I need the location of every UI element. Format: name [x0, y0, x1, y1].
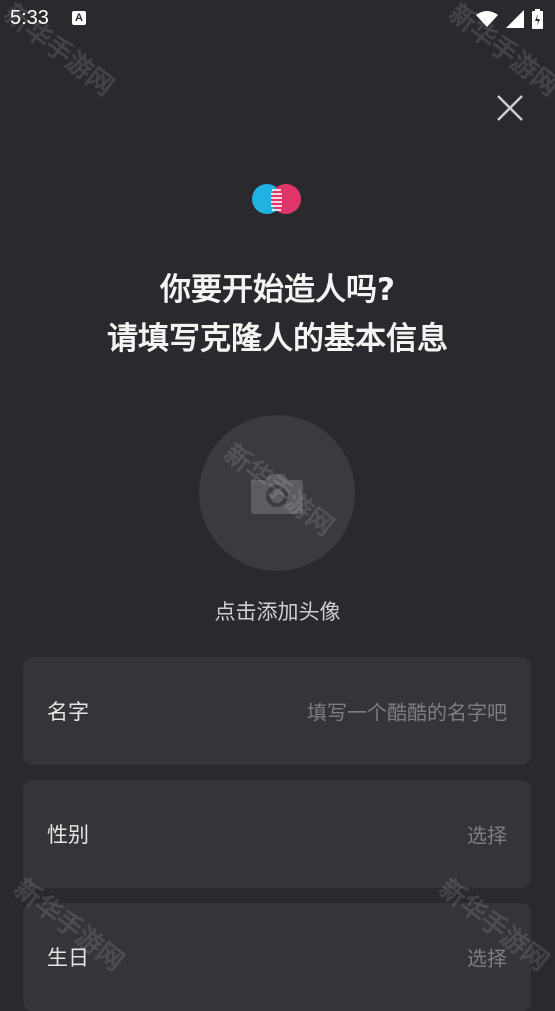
status-bar: 5:33 A: [0, 0, 555, 38]
app-logo: [252, 184, 301, 214]
gender-value: 选择: [467, 823, 507, 848]
name-field[interactable]: 名字 填写一个酷酷的名字吧: [23, 657, 531, 765]
system-icons: [476, 9, 543, 29]
signal-icon: [506, 10, 524, 28]
name-placeholder: 填写一个酷酷的名字吧: [307, 700, 507, 725]
gender-label: 性别: [47, 823, 89, 847]
wifi-icon: [476, 11, 498, 27]
gender-select[interactable]: 性别 选择: [23, 780, 531, 888]
notification-icon: A: [72, 11, 86, 25]
close-button[interactable]: [496, 94, 524, 122]
name-label: 名字: [47, 700, 89, 724]
birthday-value: 选择: [467, 946, 507, 971]
camera-icon: [251, 474, 303, 514]
status-time: 5:33: [10, 7, 49, 29]
headline-instruction: 请填写克隆人的基本信息: [107, 321, 448, 357]
avatar-upload-button[interactable]: [199, 415, 355, 571]
battery-icon: [532, 9, 543, 29]
headline-question: 你要开始造人吗?: [160, 272, 395, 308]
birthday-select[interactable]: 生日 选择: [23, 903, 531, 1011]
avatar-label: 点击添加头像: [214, 600, 341, 624]
birthday-label: 生日: [47, 946, 89, 970]
close-icon: [497, 95, 523, 121]
